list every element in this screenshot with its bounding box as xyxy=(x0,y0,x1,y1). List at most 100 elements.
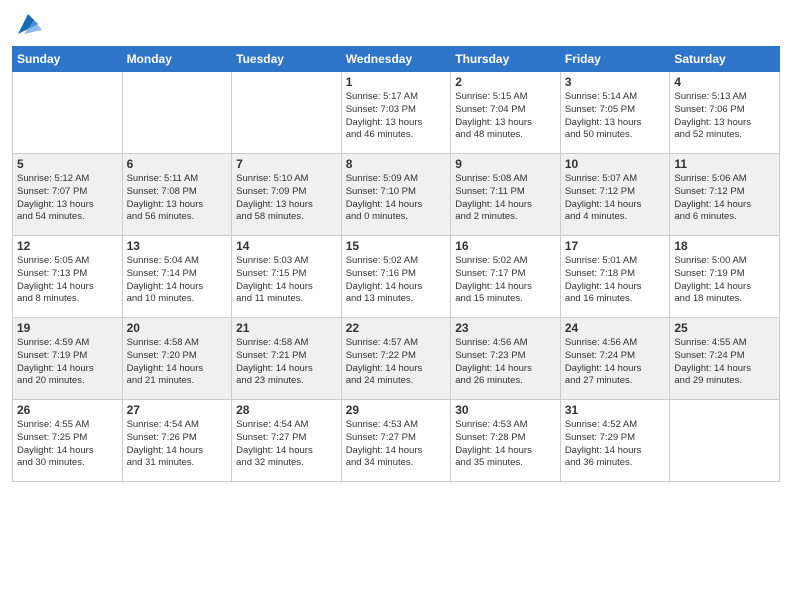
calendar-week-row: 5 Sunrise: 5:12 AM Sunset: 7:07 PM Daylig… xyxy=(13,154,780,236)
day-number: 12 xyxy=(17,239,118,253)
day-number: 26 xyxy=(17,403,118,417)
calendar-cell: 1Sunrise: 5:17 AM Sunset: 7:03 PM Daylig… xyxy=(341,72,451,154)
day-info: Sunrise: 4:53 AM Sunset: 7:27 PM Dayligh… xyxy=(346,419,447,470)
day-info: Sunrise: 5:13 AM Sunset: 7:06 PM Dayligh… xyxy=(674,91,775,142)
calendar-cell: 31 Sunrise: 4:52 AM Sunset: 7:29 PM Dayli… xyxy=(560,400,670,482)
calendar-cell xyxy=(13,72,123,154)
page: SundayMondayTuesdayWednesdayThursdayFrid… xyxy=(0,0,792,612)
weekday-header-tuesday: Tuesday xyxy=(232,47,342,72)
day-info: Sunrise: 5:09 AM Sunset: 7:10 PM Dayligh… xyxy=(346,173,447,224)
day-number: 19 xyxy=(17,321,118,335)
day-info: Sunrise: 4:55 AM Sunset: 7:24 PM Dayligh… xyxy=(674,337,775,388)
day-number: 1 xyxy=(346,75,447,89)
day-info: Sunrise: 4:53 AM Sunset: 7:28 PM Dayligh… xyxy=(455,419,556,470)
day-info: Sunrise: 5:14 AM Sunset: 7:05 PM Dayligh… xyxy=(565,91,666,142)
day-number: 15 xyxy=(346,239,447,253)
calendar-cell: 3 Sunrise: 5:14 AM Sunset: 7:05 PM Daylig… xyxy=(560,72,670,154)
day-info: Sunrise: 5:02 AM Sunset: 7:16 PM Dayligh… xyxy=(346,255,447,306)
header xyxy=(12,10,780,38)
day-info: Sunrise: 4:58 AM Sunset: 7:20 PM Dayligh… xyxy=(127,337,228,388)
weekday-header-saturday: Saturday xyxy=(670,47,780,72)
logo-icon xyxy=(14,10,42,38)
calendar-cell: 19 Sunrise: 4:59 AM Sunset: 7:19 PM Dayli… xyxy=(13,318,123,400)
calendar-cell: 5 Sunrise: 5:12 AM Sunset: 7:07 PM Daylig… xyxy=(13,154,123,236)
weekday-header-wednesday: Wednesday xyxy=(341,47,451,72)
day-info: Sunrise: 5:08 AM Sunset: 7:11 PM Dayligh… xyxy=(455,173,556,224)
day-number: 13 xyxy=(127,239,228,253)
calendar-cell: 13 Sunrise: 5:04 AM Sunset: 7:14 PM Dayli… xyxy=(122,236,232,318)
calendar-cell: 9 Sunrise: 5:08 AM Sunset: 7:11 PM Daylig… xyxy=(451,154,561,236)
calendar-cell: 14 Sunrise: 5:03 AM Sunset: 7:15 PM Dayli… xyxy=(232,236,342,318)
day-info: Sunrise: 4:54 AM Sunset: 7:27 PM Dayligh… xyxy=(236,419,337,470)
calendar-cell: 20 Sunrise: 4:58 AM Sunset: 7:20 PM Dayli… xyxy=(122,318,232,400)
day-number: 4 xyxy=(674,75,775,89)
day-number: 21 xyxy=(236,321,337,335)
day-number: 11 xyxy=(674,157,775,171)
day-number: 24 xyxy=(565,321,666,335)
day-number: 23 xyxy=(455,321,556,335)
day-info: Sunrise: 5:12 AM Sunset: 7:07 PM Dayligh… xyxy=(17,173,118,224)
day-number: 17 xyxy=(565,239,666,253)
day-number: 18 xyxy=(674,239,775,253)
day-info: Sunrise: 4:56 AM Sunset: 7:23 PM Dayligh… xyxy=(455,337,556,388)
calendar-week-row: 26 Sunrise: 4:55 AM Sunset: 7:25 PM Dayli… xyxy=(13,400,780,482)
calendar-week-row: 1Sunrise: 5:17 AM Sunset: 7:03 PM Daylig… xyxy=(13,72,780,154)
day-info: Sunrise: 5:00 AM Sunset: 7:19 PM Dayligh… xyxy=(674,255,775,306)
calendar-cell xyxy=(670,400,780,482)
calendar-table: SundayMondayTuesdayWednesdayThursdayFrid… xyxy=(12,46,780,482)
calendar-cell: 29 Sunrise: 4:53 AM Sunset: 7:27 PM Dayli… xyxy=(341,400,451,482)
day-number: 28 xyxy=(236,403,337,417)
day-info: Sunrise: 5:04 AM Sunset: 7:14 PM Dayligh… xyxy=(127,255,228,306)
weekday-header-row: SundayMondayTuesdayWednesdayThursdayFrid… xyxy=(13,47,780,72)
weekday-header-friday: Friday xyxy=(560,47,670,72)
day-info: Sunrise: 5:03 AM Sunset: 7:15 PM Dayligh… xyxy=(236,255,337,306)
day-info: Sunrise: 4:56 AM Sunset: 7:24 PM Dayligh… xyxy=(565,337,666,388)
day-info: Sunrise: 5:11 AM Sunset: 7:08 PM Dayligh… xyxy=(127,173,228,224)
calendar-cell: 17 Sunrise: 5:01 AM Sunset: 7:18 PM Dayli… xyxy=(560,236,670,318)
day-info: Sunrise: 5:05 AM Sunset: 7:13 PM Dayligh… xyxy=(17,255,118,306)
calendar-cell: 28 Sunrise: 4:54 AM Sunset: 7:27 PM Dayli… xyxy=(232,400,342,482)
day-number: 25 xyxy=(674,321,775,335)
day-number: 2 xyxy=(455,75,556,89)
logo-text xyxy=(12,10,42,38)
calendar-week-row: 19 Sunrise: 4:59 AM Sunset: 7:19 PM Dayli… xyxy=(13,318,780,400)
day-info: Sunrise: 5:07 AM Sunset: 7:12 PM Dayligh… xyxy=(565,173,666,224)
day-number: 3 xyxy=(565,75,666,89)
calendar-cell: 8 Sunrise: 5:09 AM Sunset: 7:10 PM Daylig… xyxy=(341,154,451,236)
calendar-cell: 25 Sunrise: 4:55 AM Sunset: 7:24 PM Dayli… xyxy=(670,318,780,400)
day-number: 27 xyxy=(127,403,228,417)
day-number: 31 xyxy=(565,403,666,417)
weekday-header-sunday: Sunday xyxy=(13,47,123,72)
calendar-cell: 24 Sunrise: 4:56 AM Sunset: 7:24 PM Dayli… xyxy=(560,318,670,400)
calendar-cell: 22Sunrise: 4:57 AM Sunset: 7:22 PM Dayli… xyxy=(341,318,451,400)
day-number: 7 xyxy=(236,157,337,171)
calendar-cell: 4 Sunrise: 5:13 AM Sunset: 7:06 PM Daylig… xyxy=(670,72,780,154)
day-number: 6 xyxy=(127,157,228,171)
day-info: Sunrise: 4:58 AM Sunset: 7:21 PM Dayligh… xyxy=(236,337,337,388)
day-number: 16 xyxy=(455,239,556,253)
calendar-cell xyxy=(232,72,342,154)
day-number: 8 xyxy=(346,157,447,171)
day-info: Sunrise: 4:54 AM Sunset: 7:26 PM Dayligh… xyxy=(127,419,228,470)
day-number: 5 xyxy=(17,157,118,171)
logo xyxy=(12,10,42,38)
day-number: 9 xyxy=(455,157,556,171)
day-number: 14 xyxy=(236,239,337,253)
calendar-cell: 21 Sunrise: 4:58 AM Sunset: 7:21 PM Dayli… xyxy=(232,318,342,400)
day-info: Sunrise: 4:52 AM Sunset: 7:29 PM Dayligh… xyxy=(565,419,666,470)
day-info: Sunrise: 4:55 AM Sunset: 7:25 PM Dayligh… xyxy=(17,419,118,470)
day-info: Sunrise: 4:59 AM Sunset: 7:19 PM Dayligh… xyxy=(17,337,118,388)
day-number: 20 xyxy=(127,321,228,335)
calendar-cell: 2 Sunrise: 5:15 AM Sunset: 7:04 PM Daylig… xyxy=(451,72,561,154)
calendar-cell: 18 Sunrise: 5:00 AM Sunset: 7:19 PM Dayli… xyxy=(670,236,780,318)
calendar-cell: 12 Sunrise: 5:05 AM Sunset: 7:13 PM Dayli… xyxy=(13,236,123,318)
calendar-cell: 16Sunrise: 5:02 AM Sunset: 7:17 PM Dayli… xyxy=(451,236,561,318)
day-info: Sunrise: 5:10 AM Sunset: 7:09 PM Dayligh… xyxy=(236,173,337,224)
day-info: Sunrise: 5:15 AM Sunset: 7:04 PM Dayligh… xyxy=(455,91,556,142)
weekday-header-thursday: Thursday xyxy=(451,47,561,72)
calendar-week-row: 12 Sunrise: 5:05 AM Sunset: 7:13 PM Dayli… xyxy=(13,236,780,318)
day-info: Sunrise: 5:01 AM Sunset: 7:18 PM Dayligh… xyxy=(565,255,666,306)
calendar-cell: 6 Sunrise: 5:11 AM Sunset: 7:08 PM Daylig… xyxy=(122,154,232,236)
day-number: 10 xyxy=(565,157,666,171)
day-number: 29 xyxy=(346,403,447,417)
